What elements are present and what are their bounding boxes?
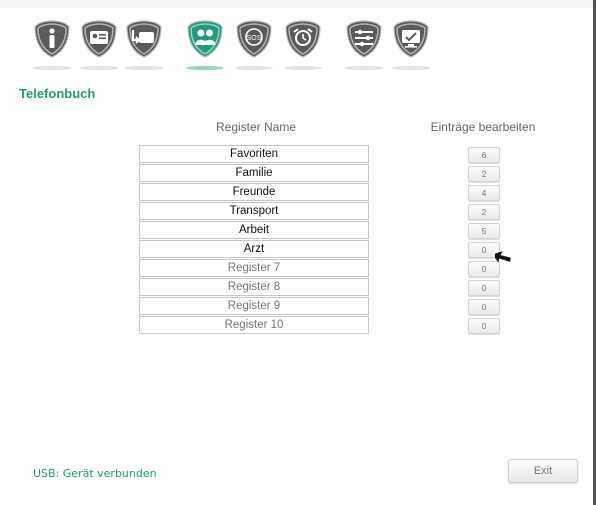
mouse-cursor-icon [495,251,511,263]
toolbar-phonebook[interactable] [185,18,225,76]
column-header-edit-entries: Einträge bearbeiten [430,120,536,134]
register-name-field[interactable]: Arzt [139,240,369,258]
toolbar-phone-return[interactable] [124,18,164,76]
register-name-field[interactable]: Register 8 [139,278,369,296]
edit-entries-button[interactable]: 0 [468,318,500,334]
register-name-field[interactable]: Favoriten [139,145,369,163]
edit-entries-button[interactable]: 5 [468,223,500,239]
edit-entries-button[interactable]: 2 [468,204,500,220]
register-name-field[interactable]: Register 7 [139,259,369,277]
edit-entries-list: 6 2 4 2 5 0 0 0 0 0 [468,147,500,337]
phone-return-icon [125,20,163,71]
register-name-field[interactable]: Arbeit [139,221,369,239]
sos-icon: SOS [235,20,273,71]
contact-card-icon [80,20,118,71]
main-toolbar: SOS [0,18,593,78]
edit-entries-button[interactable]: 2 [468,166,500,182]
edit-entries-button[interactable]: 0 [468,299,500,315]
toolbar-settings[interactable] [344,18,384,76]
usb-status-text: USB: Gerät verbunden [33,467,157,480]
page-title: Telefonbuch [19,86,96,101]
toolbar-contact-card[interactable] [79,18,119,76]
register-name-field[interactable]: Transport [139,202,369,220]
svg-text:SOS: SOS [247,35,262,42]
edit-entries-button[interactable]: 4 [468,185,500,201]
edit-entries-button[interactable]: 6 [468,147,500,163]
register-name-field[interactable]: Register 9 [139,297,369,315]
edit-entries-button[interactable]: 0 [468,280,500,296]
toolbar-info[interactable] [32,18,72,76]
register-name-list: Favoriten Familie Freunde Transport Arbe… [139,145,369,335]
toolbar-alarm[interactable] [283,18,323,76]
monitor-icon [392,20,430,71]
register-name-field[interactable]: Freunde [139,183,369,201]
register-name-field[interactable]: Familie [139,164,369,182]
window-top-bar [0,0,593,8]
phonebook-contacts-icon [186,20,224,71]
alarm-clock-icon [284,20,322,71]
toolbar-monitor[interactable] [391,18,431,76]
register-name-field[interactable]: Register 10 [139,316,369,334]
info-icon [33,20,71,71]
column-header-register-name: Register Name [215,120,297,134]
sliders-settings-icon [345,20,383,71]
toolbar-sos[interactable]: SOS [234,18,274,76]
exit-button[interactable]: Exit [508,459,578,483]
